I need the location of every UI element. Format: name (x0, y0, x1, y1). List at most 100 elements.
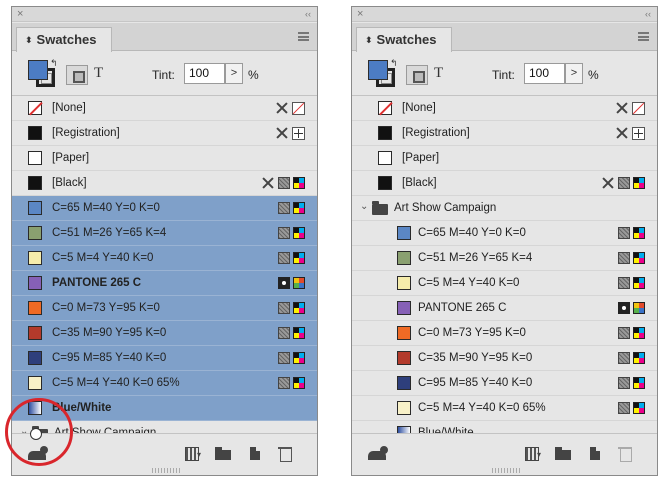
swatch-name: [None] (52, 102, 86, 114)
formatting-affects-container-button[interactable] (66, 65, 88, 85)
tint-input[interactable]: 100 (524, 63, 565, 84)
collapse-icon[interactable]: ‹‹ (305, 7, 311, 22)
process-icon (278, 227, 290, 239)
cmyk-icon (293, 302, 305, 314)
panel-menu-icon[interactable] (638, 32, 649, 41)
swatch-controls: ↰ T Tint: 100 > % (352, 52, 657, 94)
swatch-chip (28, 126, 42, 140)
swatch-row-none[interactable]: [None] (12, 96, 317, 121)
close-icon[interactable]: × (357, 7, 363, 22)
swatch-row[interactable]: C=0 M=73 Y=95 K=0 (352, 321, 657, 346)
process-icon (278, 377, 290, 389)
swatch-row-none[interactable]: [None] (352, 96, 657, 121)
swatch-chip (378, 151, 392, 165)
swatch-name: PANTONE 265 C (52, 277, 142, 289)
collapse-icon[interactable]: ‹‹ (645, 7, 651, 22)
formatting-affects-text-button[interactable]: T (94, 65, 103, 82)
color-group-row[interactable]: ⌄ Art Show Campaign (352, 196, 657, 221)
swatch-row[interactable]: C=65 M=40 Y=0 K=0 (12, 196, 317, 221)
swatch-name: [None] (402, 102, 436, 114)
swatch-name: C=5 M=4 Y=40 K=0 (418, 277, 520, 289)
formatting-affects-text-button[interactable]: T (434, 65, 443, 82)
swatch-row-paper[interactable]: [Paper] (12, 146, 317, 171)
tint-input[interactable]: 100 (184, 63, 225, 84)
fill-box[interactable] (28, 60, 48, 80)
swatch-row[interactable]: C=5 M=4 Y=40 K=0 (12, 246, 317, 271)
cannot-edit-icon (615, 101, 629, 115)
swatch-chip (28, 201, 42, 215)
spot-icon (278, 277, 290, 289)
swatch-chip (397, 226, 411, 240)
swatch-chip (397, 401, 411, 415)
delete-swatch-icon[interactable] (278, 446, 292, 462)
cannot-edit-icon (261, 176, 275, 190)
swatch-row-registration[interactable]: [Registration] (352, 121, 657, 146)
swatch-row[interactable]: C=95 M=85 Y=40 K=0 (352, 371, 657, 396)
swatch-row[interactable]: C=95 M=85 Y=40 K=0 (12, 346, 317, 371)
cannot-edit-icon (601, 176, 615, 190)
cmyk-icon (293, 377, 305, 389)
tint-slider-button[interactable]: > (565, 63, 583, 84)
delete-swatch-icon[interactable] (618, 446, 632, 462)
tab-swatches[interactable]: ⬍ Swatches (16, 27, 112, 52)
color-group-name: Art Show Campaign (394, 202, 497, 214)
swatch-row[interactable]: C=35 M=90 Y=95 K=0 (12, 321, 317, 346)
swatch-row[interactable]: C=5 M=4 Y=40 K=0 (352, 271, 657, 296)
resize-grip[interactable] (492, 468, 522, 473)
swatch-row-black[interactable]: [Black] (12, 171, 317, 196)
new-color-group-icon[interactable] (215, 446, 233, 462)
swatch-chip (28, 101, 42, 115)
swatch-chip (28, 251, 42, 265)
swatch-chip (397, 326, 411, 340)
show-swatch-types-icon[interactable] (524, 446, 542, 462)
swatch-name: C=35 M=90 Y=95 K=0 (418, 352, 533, 364)
panel-menu-icon[interactable] (298, 32, 309, 41)
swatch-row[interactable]: C=0 M=73 Y=95 K=0 (12, 296, 317, 321)
formatting-affects-container-button[interactable] (406, 65, 428, 85)
fill-stroke-widget[interactable]: ↰ (28, 58, 58, 90)
swatch-chip (28, 301, 42, 315)
fill-box[interactable] (368, 60, 388, 80)
swatch-row[interactable]: C=65 M=40 Y=0 K=0 (352, 221, 657, 246)
new-swatch-icon[interactable] (588, 446, 602, 462)
swatch-chip (28, 176, 42, 190)
tint-slider-button[interactable]: > (225, 63, 243, 84)
swap-icon[interactable]: ↰ (50, 58, 58, 69)
chevron-down-icon[interactable]: ⌄ (360, 201, 368, 212)
swatch-chip (378, 126, 392, 140)
swatch-row[interactable]: C=51 M=26 Y=65 K=4 (352, 246, 657, 271)
cmyk-icon (293, 227, 305, 239)
updown-icon: ⬍ (25, 35, 33, 45)
process-icon (618, 402, 630, 414)
swatch-row[interactable]: C=5 M=4 Y=40 K=0 65% (12, 371, 317, 396)
swatch-name: C=51 M=26 Y=65 K=4 (418, 252, 533, 264)
new-color-group-icon[interactable] (555, 446, 573, 462)
swatch-name: [Paper] (402, 152, 440, 164)
tab-swatches[interactable]: ⬍ Swatches (356, 27, 452, 52)
close-icon[interactable]: × (17, 7, 23, 22)
swatch-row-paper[interactable]: [Paper] (352, 146, 657, 171)
swatch-name: [Paper] (52, 152, 90, 164)
swatch-row-black[interactable]: [Black] (352, 171, 657, 196)
swatch-row[interactable]: C=51 M=26 Y=65 K=4 (12, 221, 317, 246)
swatch-row-registration[interactable]: [Registration] (12, 121, 317, 146)
resize-grip[interactable] (152, 468, 182, 473)
process-icon (618, 277, 630, 289)
swatch-row[interactable]: PANTONE 265 C (12, 271, 317, 296)
swatch-row[interactable]: PANTONE 265 C (352, 296, 657, 321)
swap-icon[interactable]: ↰ (390, 58, 398, 69)
process-icon (278, 252, 290, 264)
panel-tab-row: ⬍ Swatches (12, 23, 317, 52)
process-icon (278, 352, 290, 364)
show-swatch-types-icon[interactable] (184, 446, 202, 462)
swatch-row[interactable]: C=35 M=90 Y=95 K=0 (352, 346, 657, 371)
swatch-controls: ↰ T Tint: 100 > % (12, 52, 317, 94)
new-swatch-icon[interactable] (248, 446, 262, 462)
fill-stroke-widget[interactable]: ↰ (368, 58, 398, 90)
spot-icon (618, 302, 630, 314)
swatch-name: C=0 M=73 Y=95 K=0 (52, 302, 160, 314)
cc-libraries-icon[interactable] (368, 446, 390, 462)
swatch-row[interactable]: C=5 M=4 Y=40 K=0 65% (352, 396, 657, 421)
folder-icon (372, 201, 388, 215)
process-icon (618, 327, 630, 339)
